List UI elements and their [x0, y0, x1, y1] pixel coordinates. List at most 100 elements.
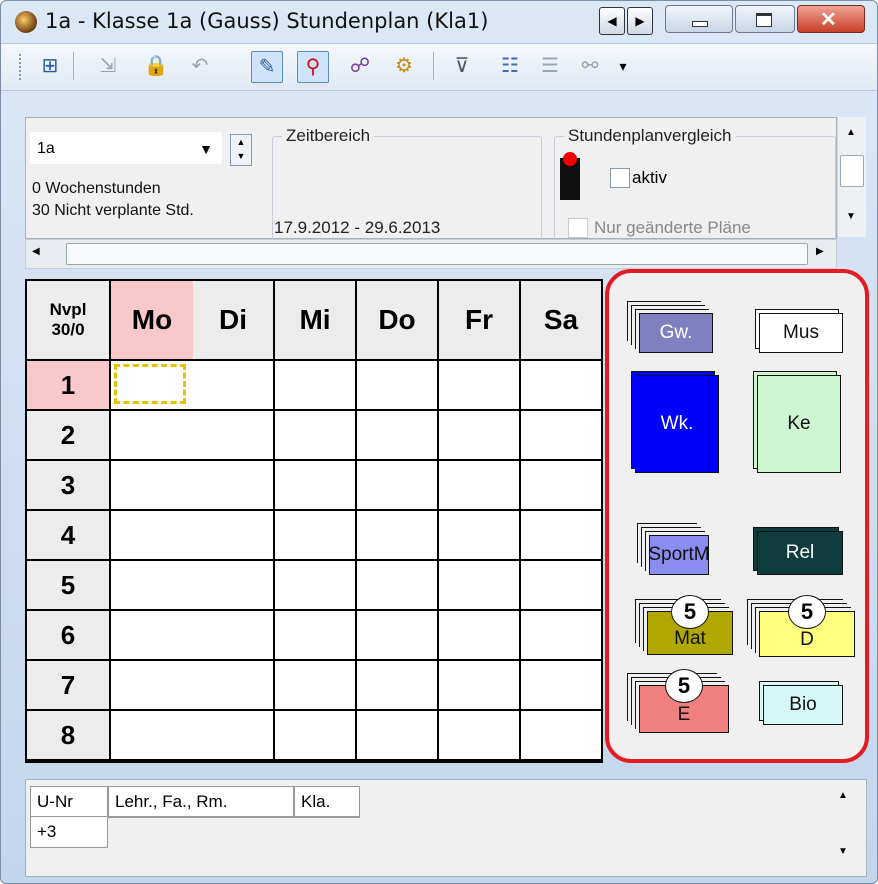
period-header-6[interactable]: 6 — [27, 611, 111, 661]
timetable-cell[interactable] — [275, 711, 357, 761]
row-kla[interactable] — [294, 816, 360, 818]
timetable-cell[interactable] — [439, 411, 521, 461]
timetable-cell[interactable] — [193, 411, 275, 461]
period-header-8[interactable]: 8 — [27, 711, 111, 761]
timetable-cell[interactable] — [439, 611, 521, 661]
timetable-cell[interactable] — [521, 661, 603, 711]
lesson-card-mus[interactable]: Mus — [759, 313, 843, 353]
timetable-cell[interactable] — [111, 711, 195, 761]
timetable-cell[interactable] — [521, 561, 603, 611]
timetable-cell[interactable] — [111, 411, 195, 461]
lock-icon[interactable]: 🔒 — [141, 51, 171, 81]
day-header-sa[interactable]: Sa — [521, 281, 603, 361]
lesson-card-wk[interactable]: Wk. — [635, 375, 719, 473]
timetable-cell[interactable] — [111, 461, 195, 511]
timetable-cell[interactable] — [193, 561, 275, 611]
people-icon[interactable]: ☍ — [345, 51, 375, 81]
timetable-cell[interactable] — [275, 361, 357, 411]
timetable-cell[interactable] — [111, 611, 195, 661]
timetable-cell[interactable] — [193, 361, 275, 411]
class-select[interactable]: 1a ▼ — [30, 132, 222, 164]
day-header-do[interactable]: Do — [357, 281, 439, 361]
timetable-cell[interactable] — [357, 611, 439, 661]
period-header-1[interactable]: 1 — [27, 361, 111, 411]
timetable-cell[interactable] — [357, 561, 439, 611]
palette-icon[interactable]: ✎ — [251, 51, 283, 83]
previous-icon[interactable]: ◀ — [599, 7, 625, 35]
day-header-di[interactable]: Di — [193, 281, 275, 361]
timetable-cell[interactable] — [357, 661, 439, 711]
class-spinner[interactable]: ▲ ▼ — [230, 134, 252, 166]
timetable-cell[interactable] — [357, 711, 439, 761]
day-header-fr[interactable]: Fr — [439, 281, 521, 361]
timetable-cell[interactable] — [357, 511, 439, 561]
undo-icon[interactable]: ↶ — [185, 51, 215, 81]
period-header-2[interactable]: 2 — [27, 411, 111, 461]
timetable-cell[interactable] — [521, 511, 603, 561]
timetable-cell[interactable] — [521, 611, 603, 661]
close-button[interactable]: ✕ — [797, 5, 865, 33]
lesson-card-sportm[interactable]: SportM — [648, 535, 710, 575]
nur-checkbox[interactable] — [568, 218, 588, 238]
timetable-cell[interactable] — [521, 711, 603, 761]
lesson-card-gw[interactable]: Gw. — [639, 313, 713, 353]
timetable-cell[interactable] — [193, 611, 275, 661]
scroll-down-icon[interactable]: ▼ — [838, 846, 848, 857]
row-lehr[interactable] — [108, 816, 294, 818]
pin-icon[interactable]: ⚲ — [297, 51, 329, 83]
timetable-cell[interactable] — [111, 661, 195, 711]
timetable-cell[interactable] — [357, 461, 439, 511]
timetable-cell[interactable] — [193, 711, 275, 761]
compare-icon[interactable]: ⚯ — [575, 51, 605, 81]
period-header-5[interactable]: 5 — [27, 561, 111, 611]
timetable-cell[interactable] — [275, 461, 357, 511]
timetable-cell[interactable] — [439, 511, 521, 561]
aktiv-checkbox[interactable] — [610, 168, 630, 188]
timetable-cell[interactable] — [275, 661, 357, 711]
title-bar[interactable]: 1a - Klasse 1a (Gauss) Stundenplan (Kla1… — [1, 1, 877, 41]
timetable-cell[interactable] — [275, 561, 357, 611]
info-horizontal-scrollbar[interactable]: ◀ ▶ — [25, 239, 837, 269]
timetable-cell[interactable] — [111, 561, 195, 611]
timetable-cell[interactable] — [275, 611, 357, 661]
gear-icon[interactable]: ⚙ — [389, 51, 419, 81]
filter-icon[interactable]: ⊽ — [447, 51, 477, 81]
timetable-cell[interactable] — [439, 561, 521, 611]
timetable-cell[interactable] — [521, 361, 603, 411]
minimize-button[interactable] — [665, 5, 733, 33]
timetable-cell[interactable] — [439, 661, 521, 711]
day-header-mo[interactable]: Mo — [111, 281, 195, 361]
timetable-cell[interactable] — [357, 411, 439, 461]
maximize-button[interactable] — [735, 5, 795, 33]
scroll-up-icon[interactable]: ▲ — [838, 790, 848, 801]
lesson-card-ke[interactable]: Ke — [757, 375, 841, 473]
timetable-cell[interactable] — [357, 361, 439, 411]
period-header-3[interactable]: 3 — [27, 461, 111, 511]
timetable-cell[interactable] — [275, 411, 357, 461]
next-icon[interactable]: ▶ — [627, 7, 653, 35]
dropdown-icon[interactable]: ▾ — [615, 51, 631, 81]
timetable-cell[interactable] — [193, 661, 275, 711]
toolbar-grip[interactable] — [19, 54, 25, 80]
timetable-cell[interactable] — [521, 461, 603, 511]
export-icon[interactable]: ⇲ — [93, 51, 123, 81]
timetable-cell[interactable] — [439, 711, 521, 761]
split-icon[interactable]: ☰ — [535, 51, 565, 81]
lesson-card-rel[interactable]: Rel — [757, 531, 843, 575]
timetable-cell[interactable] — [111, 511, 195, 561]
period-header-7[interactable]: 7 — [27, 661, 111, 711]
timetable-cell[interactable] — [193, 511, 275, 561]
timetable-cell[interactable] — [521, 411, 603, 461]
grid-icon[interactable]: ⊞ — [35, 51, 65, 81]
info-vertical-scrollbar[interactable]: ▲ ▼ — [837, 117, 866, 237]
timetable-cell[interactable] — [111, 361, 195, 411]
period-header-4[interactable]: 4 — [27, 511, 111, 561]
timetable-cell[interactable] — [439, 361, 521, 411]
timetable-cell[interactable] — [193, 461, 275, 511]
row-unr[interactable]: +3 — [30, 816, 108, 848]
timetable-cell[interactable] — [275, 511, 357, 561]
timetable-cell[interactable] — [439, 461, 521, 511]
day-header-mi[interactable]: Mi — [275, 281, 357, 361]
list-icon[interactable]: ☷ — [495, 51, 525, 81]
lesson-card-bio[interactable]: Bio — [763, 685, 843, 725]
